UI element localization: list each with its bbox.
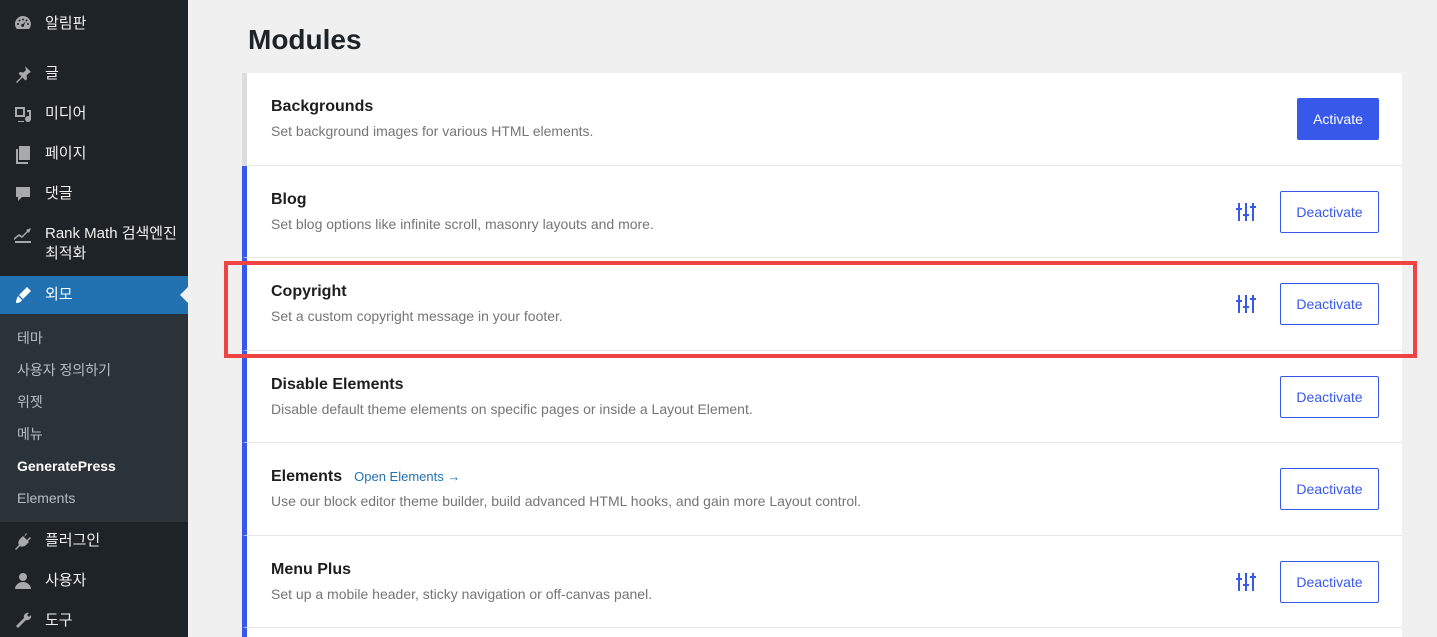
module-name: Menu Plus: [271, 561, 351, 579]
sidebar-item-posts[interactable]: 글: [0, 64, 188, 88]
module-title: Elements: [271, 468, 343, 485]
pages-icon: [12, 144, 34, 164]
module-description: Set blog options like infinite scroll, m…: [271, 215, 654, 232]
module-title: Menu Plus: [271, 560, 352, 578]
module-name: Elements Open Elements →: [271, 468, 460, 486]
submenu-item-generatepress[interactable]: GeneratePress: [0, 450, 188, 482]
module-description: Use our block editor theme builder, buil…: [271, 493, 862, 509]
sidebar-item-media[interactable]: 미디어: [0, 104, 188, 128]
sidebar-item-label: 알림판: [45, 15, 87, 32]
module-row-elements: Elements Open Elements → Use our block e…: [242, 443, 1402, 536]
module-name: Blog: [271, 191, 307, 209]
module-title: Backgrounds: [271, 98, 374, 115]
admin-sidebar: 알림판 글 미디어 페이지 댓글 Rank Math 검색엔진 최적화 외모 테…: [0, 0, 188, 637]
sidebar-item-tools[interactable]: 도구: [0, 611, 188, 635]
module-description: Disable default theme elements on specif…: [271, 400, 753, 417]
submenu-item-widgets[interactable]: 위젯: [0, 386, 188, 418]
module-actions: Deactivate: [1232, 190, 1379, 233]
sidebar-item-label: 도구: [45, 612, 73, 629]
module-description: Set background images for various HTML e…: [271, 123, 594, 139]
module-row-disable-elements: Disable Elements Disable default theme e…: [242, 350, 1402, 443]
sidebar-item-appearance[interactable]: 외모: [0, 276, 188, 314]
submenu-item-elements[interactable]: Elements: [0, 482, 188, 514]
sidebar-item-plugins[interactable]: 플러그인: [0, 531, 188, 555]
settings-sliders-icon[interactable]: [1232, 568, 1260, 596]
module-description: Set up a mobile header, sticky navigatio…: [271, 585, 653, 602]
sidebar-item-label: Rank Math 검색엔진 최적화: [45, 225, 177, 262]
users-icon: [12, 571, 34, 591]
comments-icon: [12, 184, 34, 204]
deactivate-button[interactable]: Deactivate: [1280, 190, 1379, 233]
sidebar-item-label: 미디어: [45, 105, 87, 122]
sidebar-item-label: 글: [45, 65, 59, 82]
module-row-copyright: Copyright Set a custom copyright message…: [242, 258, 1402, 351]
module-description: Set a custom copyright message in your f…: [271, 308, 563, 324]
sidebar-item-label: 댓글: [45, 185, 73, 202]
rank-math-icon: [12, 224, 34, 244]
main-content: Modules Backgrounds Set background image…: [188, 0, 1437, 637]
activate-button[interactable]: Activate: [1297, 98, 1379, 140]
module-actions: Deactivate: [1232, 283, 1379, 325]
sidebar-item-label: 외모: [45, 286, 73, 303]
module-row-backgrounds: Backgrounds Set background images for va…: [242, 73, 1402, 166]
submenu-item-themes[interactable]: 테마: [0, 322, 188, 354]
tools-icon: [12, 611, 34, 631]
module-title: Disable Elements: [271, 375, 404, 393]
submenu-item-customize[interactable]: 사용자 정의하기: [0, 354, 188, 386]
module-name: Copyright: [271, 283, 347, 301]
appearance-submenu: 테마 사용자 정의하기 위젯 메뉴 GeneratePress Elements: [0, 314, 188, 522]
sidebar-item-label: 사용자: [45, 572, 87, 589]
module-title: Copyright: [271, 283, 347, 300]
module-name: Backgrounds: [271, 98, 373, 116]
module-row-blog: Blog Set blog options like infinite scro…: [242, 165, 1402, 258]
sidebar-item-dashboard[interactable]: 알림판: [0, 14, 188, 38]
module-actions: Deactivate: [1280, 375, 1379, 418]
dashboard-icon: [12, 14, 34, 34]
module-actions: Deactivate: [1232, 560, 1379, 603]
modules-list: Backgrounds Set background images for va…: [242, 73, 1402, 637]
pin-icon: [12, 64, 34, 84]
page-title: Modules: [248, 24, 362, 55]
deactivate-button[interactable]: Deactivate: [1280, 283, 1379, 325]
sidebar-item-users[interactable]: 사용자: [0, 571, 188, 595]
submenu-item-menus[interactable]: 메뉴: [0, 418, 188, 450]
module-row-menu-plus: Menu Plus Set up a mobile header, sticky…: [242, 535, 1402, 628]
plugins-icon: [12, 531, 34, 551]
settings-sliders-icon[interactable]: [1232, 198, 1260, 226]
deactivate-button[interactable]: Deactivate: [1280, 468, 1379, 510]
module-name: Disable Elements: [271, 376, 404, 394]
module-actions: Deactivate: [1280, 468, 1379, 510]
open-elements-link[interactable]: Open Elements →: [354, 469, 460, 484]
module-actions: Activate: [1297, 98, 1379, 140]
media-icon: [12, 104, 34, 124]
module-title: Blog: [271, 190, 307, 208]
sidebar-item-comments[interactable]: 댓글: [0, 184, 188, 208]
sidebar-item-label: 페이지: [45, 145, 87, 162]
sidebar-item-label: 플러그인: [45, 532, 101, 549]
appearance-icon: [12, 285, 34, 305]
sidebar-item-pages[interactable]: 페이지: [0, 144, 188, 168]
settings-sliders-icon[interactable]: [1232, 290, 1260, 318]
deactivate-button[interactable]: Deactivate: [1280, 560, 1379, 603]
sidebar-item-rank-math[interactable]: Rank Math 검색엔진 최적화: [0, 224, 188, 264]
deactivate-button[interactable]: Deactivate: [1280, 375, 1379, 418]
module-row-partial: [242, 628, 1402, 637]
